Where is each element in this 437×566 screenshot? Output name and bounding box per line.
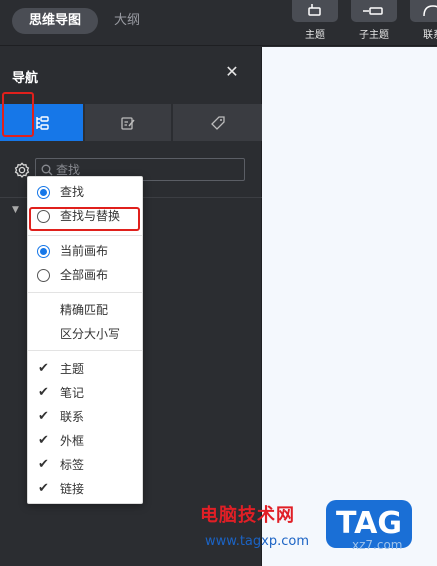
menu-item-filter-topic[interactable]: ✔ 主题 (28, 358, 142, 380)
settings-highlight-box (2, 92, 34, 137)
menu-item-case-sensitive[interactable]: 区分大小写 (28, 323, 142, 345)
menu-label: 区分大小写 (60, 327, 121, 341)
menu-label: 链接 (60, 482, 85, 496)
topic-icon (308, 4, 321, 16)
menu-divider (28, 235, 142, 236)
menu-item-all-canvas[interactable]: 全部画布 (28, 264, 142, 286)
checkmark-icon: ✔ (38, 361, 49, 376)
checkmark-icon: ✔ (38, 385, 49, 400)
menu-item-current-canvas[interactable]: 当前画布 (28, 240, 142, 262)
subtopic-button[interactable]: 子主题 (350, 0, 398, 41)
radio-selected-icon (37, 245, 50, 258)
radio-selected-icon (37, 186, 50, 199)
note-edit-icon (121, 116, 135, 130)
subtopic-label: 子主题 (359, 30, 389, 41)
menu-label: 全部画布 (60, 268, 109, 282)
topic-button[interactable]: 主题 (291, 0, 339, 41)
top-toolbar: 思维导图 大纲 主题 子主题 联系 (0, 0, 437, 46)
menu-label: 精确匹配 (60, 303, 109, 317)
menu-label: 查找 (60, 185, 85, 199)
close-icon[interactable]: ✕ (224, 64, 240, 80)
checkmark-icon: ✔ (38, 481, 49, 496)
connect-icon (423, 5, 437, 17)
find-replace-highlight-box (29, 207, 140, 231)
checkmark-icon: ✔ (38, 409, 49, 424)
connect-button[interactable]: 联系 (409, 0, 437, 41)
watermark-url: www.tagxp.com (205, 534, 309, 549)
tag-icon (210, 115, 225, 130)
menu-item-find[interactable]: 查找 (28, 181, 142, 203)
menu-label: 标签 (60, 458, 85, 472)
menu-divider (28, 350, 142, 351)
checkmark-icon: ✔ (38, 457, 49, 472)
outline-tree-icon (35, 115, 49, 130)
menu-item-filter-tags[interactable]: ✔ 标签 (28, 454, 142, 476)
watermark-faint-text: xz7.com (352, 538, 403, 552)
menu-label: 联系 (60, 410, 85, 424)
search-icon (41, 164, 53, 176)
menu-label: 主题 (60, 362, 85, 376)
menu-label: 当前画布 (60, 244, 109, 258)
menu-label: 外框 (60, 434, 85, 448)
tab-outline[interactable]: 大纲 (114, 8, 140, 34)
topic-label: 主题 (305, 30, 325, 41)
checkmark-icon: ✔ (38, 433, 49, 448)
mindmap-canvas[interactable] (262, 47, 437, 566)
watermark-site-name: 电脑技术网 (200, 505, 295, 526)
menu-item-filter-links[interactable]: ✔ 链接 (28, 478, 142, 500)
connect-label: 联系 (423, 30, 437, 41)
menu-label: 笔记 (60, 386, 85, 400)
panel-title: 导航 (12, 71, 39, 86)
tab-notes[interactable] (85, 104, 171, 141)
menu-item-filter-relation[interactable]: ✔ 联系 (28, 406, 142, 428)
menu-item-exact-match[interactable]: 精确匹配 (28, 299, 142, 321)
menu-item-filter-boundary[interactable]: ✔ 外框 (28, 430, 142, 452)
panel-tabs (0, 104, 262, 141)
radio-unselected-icon (37, 269, 50, 282)
menu-item-filter-notes[interactable]: ✔ 笔记 (28, 382, 142, 404)
menu-divider (28, 292, 142, 293)
subtopic-icon (363, 7, 383, 15)
tab-tags[interactable] (173, 104, 262, 141)
tree-expand-icon[interactable]: ▼ (12, 205, 19, 215)
tab-mindmap[interactable]: 思维导图 (12, 8, 98, 34)
